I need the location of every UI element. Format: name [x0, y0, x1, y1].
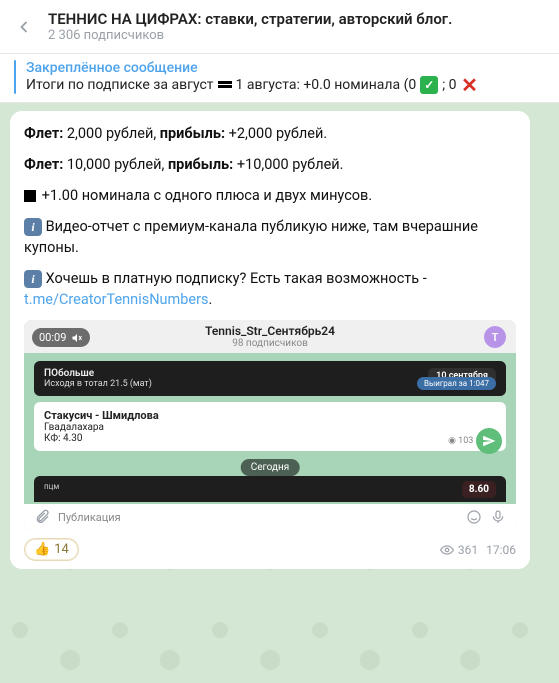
cross-icon: ✕ — [461, 76, 479, 94]
message-body: Флет: 2,000 рублей, прибыль: +2,000 рубл… — [24, 123, 516, 310]
bet-win-button: Выиграл за 1:047 — [417, 377, 496, 390]
pinned-text-right: 1 августа: +0.0 номинала (0 — [236, 77, 417, 93]
attach-icon — [34, 509, 50, 525]
message-time: 17:06 — [486, 543, 516, 557]
emoji-icon — [466, 509, 482, 525]
subscriber-count: 2 306 подписчиков — [48, 28, 452, 43]
match-location: Гвадалахара — [44, 422, 496, 433]
message-bubble: Флет: 2,000 рублей, прибыль: +2,000 рубл… — [10, 111, 530, 569]
chat-title-block[interactable]: ТЕННИС НА ЦИФРАХ: ставки, стратегии, авт… — [48, 10, 452, 43]
bet2-title: пцм — [44, 482, 496, 491]
message-feed: Флет: 2,000 рублей, прибыль: +2,000 рубл… — [0, 103, 559, 569]
date-pill: Сегодня — [241, 459, 300, 476]
back-icon[interactable] — [14, 17, 34, 37]
msg-line-2: Флет: 10,000 рублей, прибыль: +10,000 ру… — [24, 154, 516, 175]
compose-placeholder: Публикация — [58, 511, 121, 524]
square-icon — [24, 190, 36, 202]
msg-line-3: +1.00 номинала с одного плюса и двух мин… — [24, 185, 516, 206]
bet2-odds-badge: 8.60 — [462, 481, 496, 498]
video-inner-header: Tennis_Str_Сентябрь24 98 подписчиков T — [24, 320, 516, 353]
msg-line-4: i Видео-отчет с премиум-канала публикую … — [24, 216, 516, 258]
pinned-content: Итоги по подписке за август 1 августа: +… — [26, 76, 479, 94]
eye-icon — [440, 543, 454, 557]
view-count: 361 — [440, 543, 478, 557]
video-inner-title: Tennis_Str_Сентябрь24 — [24, 324, 516, 338]
equals-icon — [218, 80, 232, 90]
msg-line-5: i Хочешь в платную подписку? Есть такая … — [24, 268, 516, 310]
message-footer: 👍 14 361 17:06 — [24, 538, 516, 561]
pinned-sep: ; 0 — [442, 77, 456, 93]
info-icon: i — [24, 218, 42, 236]
pinned-message[interactable]: Закреплённое сообщение Итоги по подписке… — [0, 54, 559, 103]
pinned-label: Закреплённое сообщение — [26, 60, 479, 76]
pin-indicator — [14, 60, 16, 94]
channel-avatar: T — [484, 326, 506, 348]
match-card: Стакусич - Шмидлова Гвадалахара КФ: 4.30… — [34, 402, 506, 451]
video-attachment[interactable]: 00:09 Tennis_Str_Сентябрь24 98 подписчик… — [24, 320, 516, 530]
video-duration: 00:09 — [39, 331, 66, 344]
match-odds: КФ: 4.30 — [44, 433, 496, 444]
reaction-button[interactable]: 👍 14 — [24, 538, 79, 561]
pinned-text-left: Итоги по подписке за август — [26, 77, 214, 93]
subscribe-link[interactable]: t.me/CreatorTennisNumbers — [24, 291, 208, 308]
bet-card-dark: ПОбольше Исходя в тотал 21.5 (мат) 10 се… — [34, 361, 506, 396]
check-icon: ✓ — [420, 76, 438, 94]
mic-icon — [490, 509, 506, 525]
thumbs-up-icon: 👍 — [34, 542, 50, 557]
send-icon — [476, 428, 502, 454]
chat-header: ТЕННИС НА ЦИФРАХ: ставки, стратегии, авт… — [0, 0, 559, 54]
video-inner-footer: Публикация — [24, 504, 516, 530]
reaction-count: 14 — [54, 542, 69, 557]
chat-title: ТЕННИС НА ЦИФРАХ: ставки, стратегии, авт… — [48, 10, 452, 28]
match-title: Стакусич - Шмидлова — [44, 409, 159, 422]
bet-card-dark-2: пцм 8.60 — [34, 476, 506, 502]
video-duration-badge: 00:09 — [32, 328, 90, 347]
video-inner-subs: 98 подписчиков — [24, 338, 516, 349]
mute-icon — [71, 332, 83, 344]
info-icon: i — [24, 270, 42, 288]
msg-line-1: Флет: 2,000 рублей, прибыль: +2,000 рубл… — [24, 123, 516, 144]
